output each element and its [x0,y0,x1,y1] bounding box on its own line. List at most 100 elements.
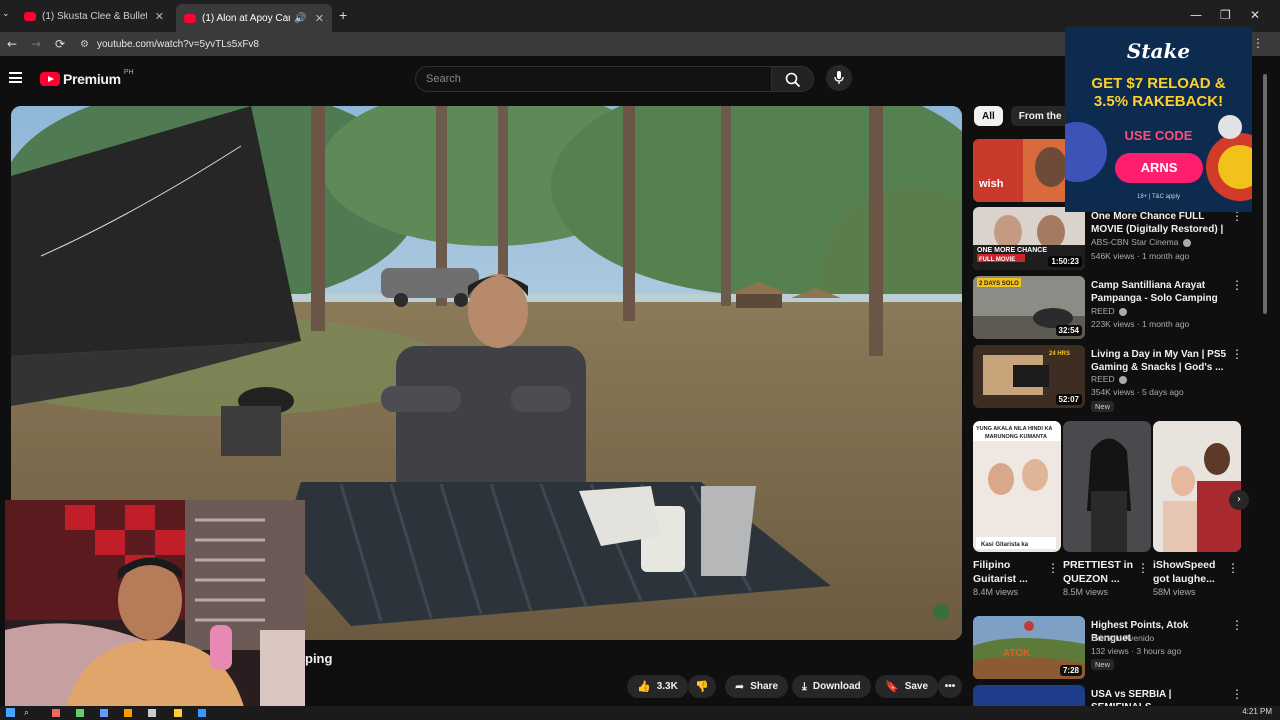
video-thumbnail [973,685,1085,706]
channel-name: REED [1091,306,1127,316]
restore-icon[interactable]: ❐ [1220,8,1231,22]
ad-headline: GET $7 RELOAD & 3.5% RAKEBACK! [1065,75,1252,111]
video-thumbnail: 24 HRS 52:07 [973,345,1085,408]
more-actions-button[interactable]: ••• [938,675,962,698]
svg-text:MARUNONG KUMANTA: MARUNONG KUMANTA [985,434,1047,440]
video-duration: 52:07 [1055,394,1082,405]
thumbs-down-icon: 👎 [695,680,709,693]
search-icon [785,72,801,88]
ad-code-button[interactable]: ARNS [1115,153,1203,183]
download-button[interactable]: ⤓ Download [792,675,871,698]
scrollbar-thumb[interactable] [1263,74,1267,314]
taskbar-app-icon[interactable] [198,709,206,717]
microphone-icon [834,71,844,84]
taskbar-app-icon[interactable] [100,709,108,717]
save-button[interactable]: 🔖 Save [875,675,939,698]
taskbar-app-icon[interactable] [174,709,182,717]
short-item[interactable]: PRETTIEST in QUEZON ... 8.5M views ⋮ [1063,421,1151,597]
youtube-premium-logo[interactable]: Premium PH [40,69,134,87]
stake-ad-banner[interactable]: Stake GET $7 RELOAD & 3.5% RAKEBACK! USE… [1065,27,1252,212]
short-item[interactable]: YUNG AKALA NILA HINDI KA MARUNONG KUMANTA… [973,421,1061,597]
forward-icon[interactable]: → [24,37,48,51]
tab-title: (1) Skusta Clee & Bullet D - "Dy [42,10,147,22]
new-badge: New [1091,401,1115,412]
reload-icon[interactable]: ⟳ [48,37,72,51]
browser-tab-1[interactable]: (1) Skusta Clee & Bullet D - "Dy ✕ [16,4,172,28]
video-title: Living a Day in My Van | PS5 Gaming & Sn… [1091,349,1227,373]
short-views: 58M views [1153,587,1196,597]
shorts-shelf: YUNG AKALA NILA HINDI KA MARUNONG KUMANTA… [973,421,1243,606]
more-vert-icon[interactable]: ⋮ [1231,618,1243,632]
verified-icon [1119,307,1127,316]
tab-title: (1) Alon at Apoy Camp Pala [202,12,290,24]
youtube-logo-icon [40,72,60,86]
minimize-icon[interactable]: — [1190,8,1202,22]
menu-icon[interactable] [9,72,22,83]
ad-fine-print: 18+ | T&C apply [1137,194,1180,200]
video-duration: 32:54 [1055,325,1082,336]
download-icon: ⤓ [802,679,807,693]
share-icon: ➦ [735,680,745,693]
more-vert-icon[interactable]: ⋮ [1231,687,1243,701]
search-button[interactable] [772,66,814,92]
more-vert-icon[interactable]: ⋮ [1227,561,1239,575]
shorts-next-button[interactable]: › [1229,490,1249,510]
start-icon[interactable] [6,708,15,717]
recommendation-item[interactable]: ATOK 7:28 Highest Points, Atok Benguet D… [973,616,1253,682]
recommendation-item[interactable]: USA vs SERBIA | SEMIFINALS ⋮ [973,685,1253,706]
logo-text: Premium [63,71,121,87]
short-thumbnail [1153,421,1241,552]
webcam-image [5,500,305,710]
more-vert-icon[interactable]: ⋮ [1137,561,1149,575]
short-title: Filipino Guitarist ... [973,559,1028,585]
like-count: 3.3K [656,681,678,692]
share-label: Share [750,681,779,692]
video-duration: 7:28 [1059,665,1082,676]
recommendation-item[interactable]: 24 HRS 52:07 Living a Day in My Van | PS… [973,345,1253,412]
share-button[interactable]: ➦ Share [725,675,789,698]
search-input[interactable]: Search [415,66,772,92]
thumbs-up-icon: 👍 [637,680,651,693]
download-label: Download [812,681,861,692]
site-info-icon[interactable]: ⚙ [80,39,89,50]
short-thumbnail: YUNG AKALA NILA HINDI KA MARUNONG KUMANTA… [973,421,1061,552]
bookmark-icon: 🔖 [885,680,899,693]
taskbar-search-icon[interactable]: ⌕ [24,707,29,718]
browser-tab-2[interactable]: (1) Alon at Apoy Camp Pala 🔊 ✕ [176,4,332,32]
close-tab-icon[interactable]: ✕ [155,10,164,23]
recommendation-item[interactable]: ONE MORE CHANCE FULL MOVIE 1:50:23 One Mo… [973,207,1253,273]
ad-headline-line-1: GET $7 RELOAD & [1091,75,1226,92]
close-window-icon[interactable]: ✕ [1250,8,1260,22]
taskbar-app-icon[interactable] [52,709,60,717]
new-tab-button[interactable]: + [339,7,347,23]
more-vert-icon[interactable]: ⋮ [1231,278,1243,292]
chip-all[interactable]: All [974,106,1003,126]
more-horizontal-icon: ••• [944,681,956,692]
video-title: USA vs SERBIA | SEMIFINALS [1091,689,1172,706]
browser-menu-icon[interactable]: ⋮ [1252,36,1264,50]
svg-text:Kasi Gitarista ka: Kasi Gitarista ka [981,542,1029,548]
more-vert-icon[interactable]: ⋮ [1047,561,1059,575]
short-item[interactable]: iShowSpeed got laughe... 58M views ⋮ [1153,421,1241,597]
taskbar-app-icon[interactable] [124,709,132,717]
new-badge: New [1091,659,1115,670]
address-bar[interactable]: youtube.com/watch?v=5yvTLs5xFv8 [97,39,259,50]
taskbar-app-icon[interactable] [148,709,156,717]
close-tab-icon[interactable]: ✕ [315,12,324,25]
tab-search-icon[interactable]: ⌄ [2,9,10,19]
dislike-button[interactable]: 👎 [688,675,716,698]
taskbar-app-icon[interactable] [76,709,84,717]
chevron-right-icon: › [1237,494,1241,505]
video-title: ping [305,651,333,666]
recommendation-item[interactable]: 2 DAYS SOLO 32:54 Camp Santilliana Araya… [973,276,1253,342]
taskbar-clock[interactable]: 4:21 PM [1242,707,1272,716]
like-button[interactable]: 👍 3.3K [627,675,688,698]
back-icon[interactable]: ← [0,37,24,51]
video-thumbnail: ONE MORE CHANCE FULL MOVIE 1:50:23 [973,207,1085,270]
more-vert-icon[interactable]: ⋮ [1231,347,1243,361]
page-scrollbar[interactable] [1262,62,1268,698]
audio-playing-icon[interactable]: 🔊 [294,13,306,24]
short-views: 8.4M views [973,587,1019,597]
voice-search-button[interactable] [826,65,852,91]
video-meta: 223K views · 1 month ago [1091,319,1190,329]
